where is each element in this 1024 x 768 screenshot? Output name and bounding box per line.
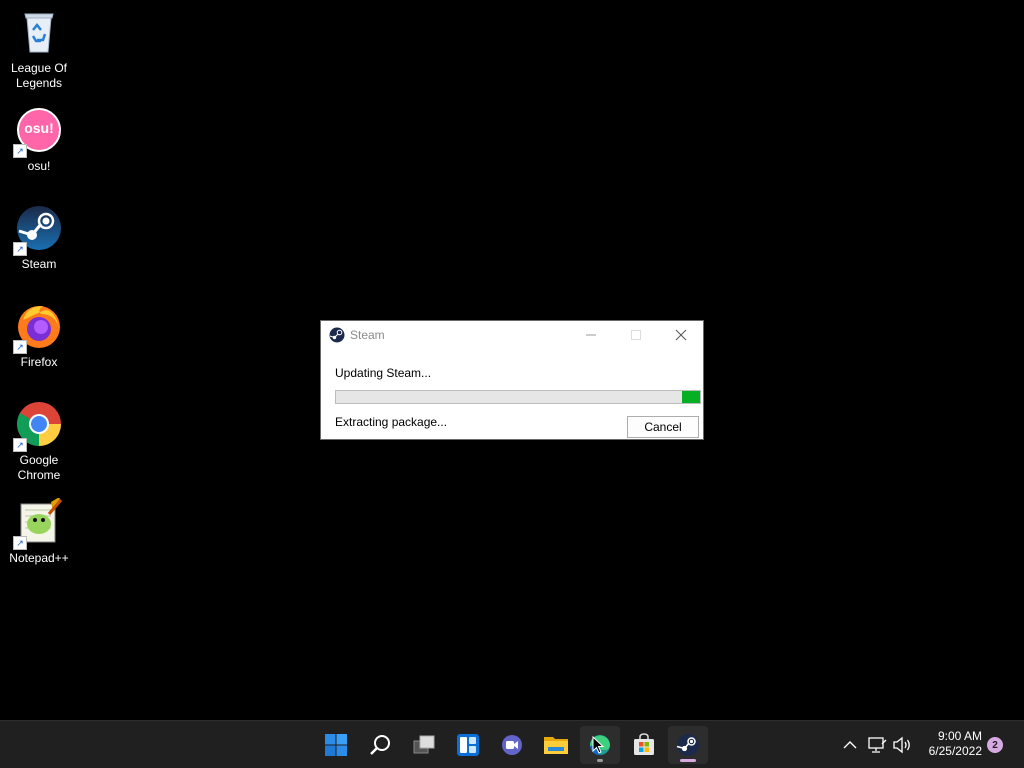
steam-icon <box>329 327 345 343</box>
desktop-icon-label: Google Chrome <box>17 453 61 482</box>
clock[interactable]: 9:00 AM 6/25/2022 <box>912 729 982 759</box>
shortcut-arrow-icon: ↗ <box>13 242 27 256</box>
taskbar-search-button[interactable] <box>360 726 400 764</box>
taskbar-edge-button[interactable] <box>580 726 620 764</box>
network-button[interactable] <box>867 735 887 755</box>
dialog-titlebar[interactable]: Steam <box>321 321 703 349</box>
desktop: League Of Legends osu! ↗ osu! ↗ Steam ↗ … <box>0 0 1024 720</box>
shortcut-arrow-icon: ↗ <box>13 536 27 550</box>
volume-button[interactable] <box>892 735 912 755</box>
chrome-icon: ↗ <box>13 400 63 452</box>
taskbar-file-explorer-button[interactable] <box>536 726 576 764</box>
osu-icon: osu! ↗ <box>13 106 63 158</box>
desktop-icon-google-chrome[interactable]: ↗ Google Chrome <box>4 400 74 483</box>
minimize-icon <box>586 334 596 336</box>
desktop-icon-notepadpp[interactable]: ↗ Notepad++ <box>4 496 74 566</box>
speaker-icon <box>893 736 910 754</box>
maximize-button <box>614 323 658 347</box>
active-indicator <box>680 759 696 762</box>
desktop-icon-label: Firefox <box>20 355 58 369</box>
close-icon <box>675 329 687 341</box>
update-status-text: Updating Steam... <box>335 366 432 380</box>
show-hidden-icons-button[interactable] <box>840 735 860 755</box>
desktop-icon-label: Notepad++ <box>9 551 69 565</box>
minimize-button[interactable] <box>569 323 613 347</box>
shortcut-arrow-icon: ↗ <box>13 144 27 158</box>
progress-fill <box>681 391 700 403</box>
folder-icon <box>544 737 568 754</box>
osu-icon-text: osu! <box>24 120 54 136</box>
task-view-icon <box>413 735 435 754</box>
taskbar-chat-button[interactable] <box>492 726 532 764</box>
search-icon <box>370 735 390 755</box>
dialog-title: Steam <box>350 328 385 342</box>
desktop-icon-label: League Of Legends <box>10 61 68 90</box>
recycle-bin-icon <box>15 8 63 56</box>
mouse-cursor-icon <box>592 736 605 754</box>
shortcut-arrow-icon: ↗ <box>13 340 27 354</box>
update-substatus-text: Extracting package... <box>335 415 448 429</box>
steam-icon <box>676 734 699 756</box>
notification-badge[interactable]: 2 <box>987 737 1003 753</box>
steam-update-dialog: Steam Updating Steam... Extracting packa… <box>320 320 704 440</box>
desktop-icon-label: Steam <box>21 257 57 271</box>
running-indicator <box>597 759 603 762</box>
chat-icon <box>502 735 522 755</box>
windows-start-icon <box>325 734 347 756</box>
taskbar-start-button[interactable] <box>316 726 356 764</box>
desktop-icon-league-of-legends[interactable]: League Of Legends <box>4 8 74 91</box>
taskbar: 9:00 AM 6/25/2022 2 <box>0 720 1024 768</box>
steam-icon: ↗ <box>13 204 63 256</box>
firefox-icon: ↗ <box>13 302 63 354</box>
taskbar-task-view-button[interactable] <box>404 726 444 764</box>
network-icon <box>868 737 887 753</box>
desktop-icon-label: osu! <box>27 159 51 173</box>
shortcut-arrow-icon: ↗ <box>13 438 27 452</box>
taskbar-steam-button[interactable] <box>668 726 708 764</box>
taskbar-widgets-button[interactable] <box>448 726 488 764</box>
cancel-button[interactable]: Cancel <box>627 416 699 438</box>
close-button[interactable] <box>659 323 703 347</box>
desktop-icon-firefox[interactable]: ↗ Firefox <box>4 302 74 370</box>
chevron-up-icon <box>843 741 857 749</box>
update-progress-bar <box>335 390 701 404</box>
clock-date: 6/25/2022 <box>928 744 982 758</box>
desktop-icon-steam[interactable]: ↗ Steam <box>4 204 74 272</box>
clock-time: 9:00 AM <box>937 729 982 743</box>
maximize-icon <box>631 330 641 340</box>
desktop-icon-osu[interactable]: osu! ↗ osu! <box>4 106 74 174</box>
notepadpp-icon: ↗ <box>13 496 63 550</box>
widgets-icon <box>457 734 479 756</box>
store-icon <box>634 733 654 755</box>
taskbar-store-button[interactable] <box>624 726 664 764</box>
